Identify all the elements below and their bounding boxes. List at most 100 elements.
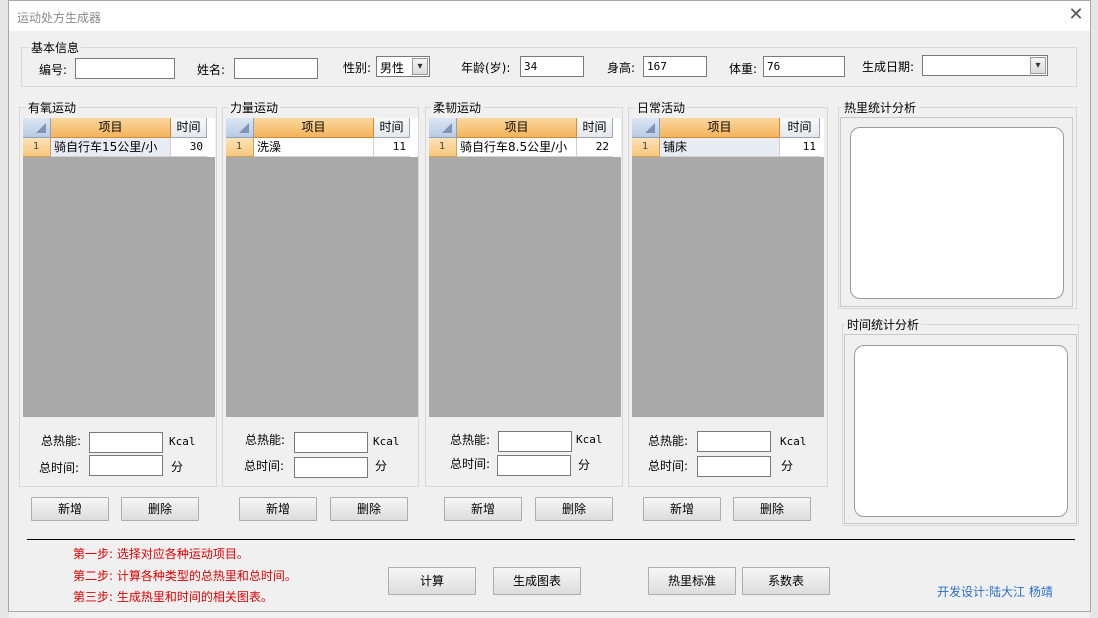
- select-all-corner[interactable]: [23, 118, 51, 138]
- divider: [27, 539, 1075, 540]
- gender-select[interactable]: 男性 ▾: [376, 56, 430, 77]
- date-label: 生成日期:: [862, 60, 915, 74]
- name-label: 姓名:: [197, 63, 226, 77]
- strength-title: 力量运动: [228, 99, 281, 116]
- flexibility-grid[interactable]: 项目 时间 1 骑自行车8.5公里/小 22: [429, 118, 621, 417]
- column-header-time[interactable]: 时间: [374, 118, 410, 138]
- title-bar: 运动处方生成器 ✕: [9, 1, 1090, 31]
- minute-unit: 分: [171, 460, 184, 474]
- time-analysis-title: 时间统计分析: [845, 316, 922, 333]
- chevron-down-icon[interactable]: ▾: [1030, 57, 1046, 74]
- energy-chart-area: [850, 127, 1064, 299]
- kcal-unit: Kcal: [576, 433, 603, 446]
- column-header-item[interactable]: 项目: [254, 118, 374, 138]
- total-energy-label: 总热能:: [245, 433, 286, 447]
- total-energy-field[interactable]: [89, 432, 163, 453]
- delete-button[interactable]: 删除: [733, 497, 811, 521]
- row-time-cell[interactable]: 11: [780, 138, 820, 157]
- developer-credit: 开发设计:陆大江 杨靖: [937, 585, 1053, 599]
- add-button[interactable]: 新增: [31, 497, 109, 521]
- grid-header: 项目 时间: [632, 118, 824, 138]
- daily-activity-grid[interactable]: 项目 时间 1 铺床 11: [632, 118, 824, 417]
- row-item-cell[interactable]: 洗澡: [254, 138, 374, 157]
- window-title: 运动处方生成器: [17, 11, 102, 25]
- delete-button[interactable]: 删除: [121, 497, 199, 521]
- id-field[interactable]: [75, 58, 175, 79]
- table-row[interactable]: 1 铺床 11: [632, 138, 824, 157]
- id-label: 编号:: [39, 63, 68, 77]
- date-picker[interactable]: ▾: [922, 55, 1048, 76]
- select-all-corner[interactable]: [632, 118, 660, 138]
- grid-header: 项目 时间: [429, 118, 621, 138]
- column-header-time[interactable]: 时间: [171, 118, 207, 138]
- add-button[interactable]: 新增: [643, 497, 721, 521]
- grid-header: 项目 时间: [226, 118, 418, 138]
- chevron-down-icon[interactable]: ▾: [412, 58, 428, 75]
- table-row[interactable]: 1 洗澡 11: [226, 138, 418, 157]
- close-button[interactable]: ✕: [1065, 5, 1087, 27]
- table-row[interactable]: 1 骑自行车8.5公里/小 22: [429, 138, 621, 157]
- energy-analysis-title: 热里统计分析: [842, 99, 919, 116]
- add-button[interactable]: 新增: [444, 497, 522, 521]
- total-time-label: 总时间:: [648, 459, 689, 473]
- kcal-unit: Kcal: [373, 435, 400, 448]
- aerobic-grid[interactable]: 项目 时间 1 骑自行车15公里/小 30: [23, 118, 215, 417]
- generate-chart-button[interactable]: 生成图表: [493, 567, 581, 595]
- total-energy-field[interactable]: [498, 431, 572, 452]
- row-item-cell[interactable]: 骑自行车8.5公里/小: [457, 138, 577, 157]
- delete-button[interactable]: 删除: [330, 497, 408, 521]
- energy-standard-button[interactable]: 热里标准: [648, 567, 736, 595]
- step-2-text: 第二步: 计算各种类型的总热里和总时间。: [73, 569, 297, 583]
- row-number: 1: [429, 138, 457, 157]
- add-button[interactable]: 新增: [239, 497, 317, 521]
- total-energy-label: 总热能:: [450, 433, 491, 447]
- aerobic-title: 有氧运动: [26, 99, 79, 116]
- total-energy-label: 总热能:: [41, 434, 82, 448]
- row-time-cell[interactable]: 11: [374, 138, 410, 157]
- column-header-item[interactable]: 项目: [660, 118, 780, 138]
- time-chart-area: [854, 345, 1068, 517]
- select-all-corner[interactable]: [429, 118, 457, 138]
- column-header-time[interactable]: 时间: [577, 118, 613, 138]
- weight-field[interactable]: 76: [763, 56, 845, 77]
- row-number: 1: [23, 138, 51, 157]
- basic-info-legend: 基本信息: [29, 39, 82, 56]
- total-time-label: 总时间:: [39, 461, 80, 475]
- weight-label: 体重:: [729, 62, 758, 76]
- total-energy-field[interactable]: [294, 432, 368, 453]
- gender-label: 性别:: [343, 61, 372, 75]
- step-3-text: 第三步: 生成热里和时间的相关图表。: [73, 590, 273, 604]
- coefficient-table-button[interactable]: 系数表: [742, 567, 830, 595]
- column-header-time[interactable]: 时间: [780, 118, 820, 138]
- table-row[interactable]: 1 骑自行车15公里/小 30: [23, 138, 215, 157]
- select-all-corner[interactable]: [226, 118, 254, 138]
- gender-value: 男性: [380, 61, 405, 75]
- total-time-field[interactable]: [294, 457, 368, 478]
- total-time-field[interactable]: [697, 456, 771, 477]
- minute-unit: 分: [781, 459, 794, 473]
- total-time-field[interactable]: [89, 455, 163, 476]
- row-time-cell[interactable]: 22: [577, 138, 613, 157]
- calculate-button[interactable]: 计算: [388, 567, 476, 595]
- grid-header: 项目 时间: [23, 118, 215, 138]
- time-chart-container: [844, 334, 1077, 524]
- row-item-cell[interactable]: 铺床: [660, 138, 780, 157]
- energy-chart-container: [840, 117, 1073, 307]
- delete-button[interactable]: 删除: [535, 497, 613, 521]
- total-time-label: 总时间:: [450, 457, 491, 471]
- column-header-item[interactable]: 项目: [457, 118, 577, 138]
- height-label: 身高:: [607, 61, 636, 75]
- height-field[interactable]: 167: [643, 56, 707, 77]
- row-time-cell[interactable]: 30: [171, 138, 207, 157]
- main-window: 运动处方生成器 ✕ 基本信息 编号: 姓名: 性别: 男性 ▾ 年龄(岁): 3…: [8, 0, 1091, 612]
- age-field[interactable]: 34: [520, 56, 584, 77]
- background-window-strip-right: [1090, 0, 1098, 618]
- strength-grid[interactable]: 项目 时间 1 洗澡 11: [226, 118, 418, 417]
- total-time-field[interactable]: [497, 455, 571, 476]
- column-header-item[interactable]: 项目: [51, 118, 171, 138]
- name-field[interactable]: [234, 58, 318, 79]
- row-item-cell[interactable]: 骑自行车15公里/小: [51, 138, 171, 157]
- total-time-label: 总时间:: [244, 459, 285, 473]
- kcal-unit: Kcal: [780, 435, 807, 448]
- total-energy-field[interactable]: [697, 431, 771, 452]
